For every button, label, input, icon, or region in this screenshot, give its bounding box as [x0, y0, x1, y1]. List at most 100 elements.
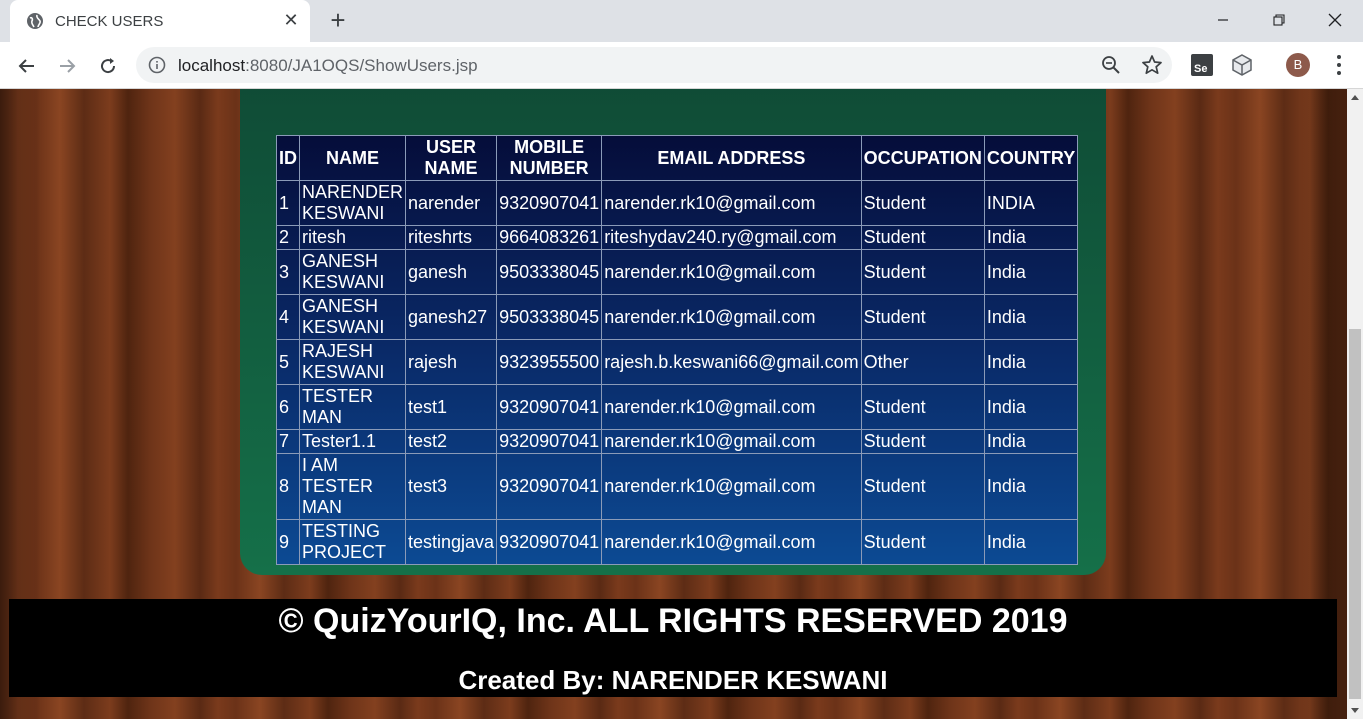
- svg-text:Se: Se: [1194, 63, 1207, 75]
- cell-username: test1: [405, 384, 498, 430]
- cell-mobile: 9664083261: [496, 225, 603, 250]
- cell-country: India: [983, 225, 1079, 250]
- name-line: TESTER: [302, 386, 374, 406]
- column-header-id: ID: [276, 135, 300, 181]
- url-host: localhost: [178, 56, 246, 75]
- cell-occupation: Student: [860, 519, 985, 565]
- url-path: :8080/JA1OQS/ShowUsers.jsp: [245, 56, 478, 75]
- zoom-icon[interactable]: [1101, 55, 1121, 75]
- scroll-up-icon[interactable]: [1347, 89, 1363, 106]
- cell-occupation: Student: [860, 294, 985, 340]
- cell-occupation: Student: [860, 429, 985, 454]
- table-row: 2 ritesh riteshrts 9664083261 riteshydav…: [276, 225, 1079, 250]
- table-row: 8 I AM TESTER MAN test3 9320907041 narende…: [276, 453, 1079, 520]
- address-bar[interactable]: localhost:8080/JA1OQS/ShowUsers.jsp: [136, 47, 1172, 83]
- cell-email: narender.rk10@gmail.com: [601, 384, 862, 430]
- url-text: localhost:8080/JA1OQS/ShowUsers.jsp: [178, 56, 478, 76]
- cell-name: GANESH KESWANI: [298, 249, 407, 295]
- column-header-mobile: MOBILE NUMBER: [496, 135, 603, 181]
- avatar[interactable]: B: [1286, 53, 1310, 77]
- cell-country: India: [983, 294, 1079, 340]
- cell-id: 3: [276, 249, 300, 295]
- table-row: 7 Tester1.1 test2 9320907041 narender.rk…: [276, 429, 1079, 454]
- cell-occupation: Other: [860, 339, 985, 385]
- cell-name: GANESH KESWANI: [298, 294, 407, 340]
- cell-country: India: [983, 339, 1079, 385]
- column-header-name: NAME: [298, 135, 407, 181]
- credit-text: Created By: NARENDER KESWANI: [458, 665, 888, 695]
- column-header-occupation: OCCUPATION: [860, 135, 985, 181]
- table-row: 5 RAJESH KESWANI rajesh 9323955500 rajesh…: [276, 339, 1079, 385]
- cell-email: narender.rk10@gmail.com: [601, 519, 862, 565]
- plus-icon[interactable]: +: [325, 7, 351, 34]
- cell-mobile: 9320907041: [496, 180, 603, 226]
- cell-name: RAJESH KESWANI: [298, 339, 407, 385]
- page-scrollbar[interactable]: [1347, 89, 1363, 719]
- window-close-icon[interactable]: [1306, 0, 1363, 40]
- cell-email: rajesh.b.keswani66@gmail.com: [601, 339, 862, 385]
- table-row: 4 GANESH KESWANI ganesh27 9503338045 nare…: [276, 294, 1079, 340]
- header-line: NUMBER: [509, 158, 589, 178]
- header-line: NAME: [424, 158, 478, 178]
- cell-name: TESTER MAN: [298, 384, 407, 430]
- name-line: KESWANI: [302, 317, 385, 337]
- cell-mobile: 9320907041: [496, 519, 603, 565]
- cell-username: ganesh27: [405, 294, 498, 340]
- copyright-text: © QuizYourIQ, Inc. ALL RIGHTS RESERVED 2…: [278, 602, 1068, 640]
- name-line: KESWANI: [302, 272, 385, 292]
- table-row: 9 TESTING PROJECT testingjava 9320907041 …: [276, 519, 1079, 565]
- header-line: MOBILE: [514, 137, 585, 157]
- scroll-thumb[interactable]: [1349, 329, 1361, 699]
- header-line: USER: [426, 137, 477, 157]
- star-icon[interactable]: [1141, 54, 1163, 76]
- cell-email: narender.rk10@gmail.com: [601, 429, 862, 454]
- cell-occupation: Student: [860, 453, 985, 520]
- name-line: GANESH: [302, 296, 379, 316]
- name-line: I AM: [302, 455, 339, 475]
- cell-id: 8: [276, 453, 300, 520]
- cell-email: riteshydav240.ry@gmail.com: [601, 225, 862, 250]
- cell-occupation: Student: [860, 384, 985, 430]
- reload-icon[interactable]: [92, 50, 124, 82]
- cell-id: 5: [276, 339, 300, 385]
- name-line: KESWANI: [302, 203, 385, 223]
- cell-mobile: 9320907041: [496, 429, 603, 454]
- cell-mobile: 9320907041: [496, 453, 603, 520]
- scroll-down-icon[interactable]: [1347, 702, 1363, 719]
- selenium-icon[interactable]: Se: [1190, 53, 1214, 77]
- cell-country: India: [983, 453, 1079, 520]
- cell-name: TESTING PROJECT: [298, 519, 407, 565]
- cell-username: testingjava: [405, 519, 498, 565]
- cell-username: test3: [405, 453, 498, 520]
- cell-email: narender.rk10@gmail.com: [601, 453, 862, 520]
- page-viewport: ID NAME USER NAME MOBILE NUMBER EMAIL ADDR…: [0, 89, 1347, 719]
- minimize-icon[interactable]: [1194, 0, 1252, 40]
- globe-icon: [27, 13, 43, 29]
- restore-icon[interactable]: [1250, 0, 1308, 40]
- browser-tab[interactable]: CHECK USERS ✕: [10, 0, 310, 42]
- name-line: KESWANI: [302, 362, 385, 382]
- info-icon[interactable]: [148, 56, 166, 74]
- cell-name: Tester1.1: [298, 429, 407, 454]
- cell-email: narender.rk10@gmail.com: [601, 180, 862, 226]
- forward-icon[interactable]: [51, 50, 83, 82]
- cell-username: riteshrts: [405, 225, 498, 250]
- menu-dots-icon[interactable]: [1330, 52, 1348, 78]
- back-icon[interactable]: [11, 50, 43, 82]
- cell-id: 9: [276, 519, 300, 565]
- cell-email: narender.rk10@gmail.com: [601, 249, 862, 295]
- cell-username: test2: [405, 429, 498, 454]
- users-table: ID NAME USER NAME MOBILE NUMBER EMAIL ADDR…: [276, 135, 1079, 565]
- cell-mobile: 9320907041: [496, 384, 603, 430]
- extension-cube-icon[interactable]: [1230, 53, 1254, 77]
- name-line: RAJESH: [302, 341, 374, 361]
- cell-mobile: 9323955500: [496, 339, 603, 385]
- cell-name: I AM TESTER MAN: [298, 453, 407, 520]
- cell-country: India: [983, 384, 1079, 430]
- close-icon[interactable]: ✕: [280, 9, 302, 31]
- page-footer: © QuizYourIQ, Inc. ALL RIGHTS RESERVED 2…: [9, 599, 1337, 697]
- cell-name: ritesh: [298, 225, 407, 250]
- column-header-email: EMAIL ADDRESS: [601, 135, 862, 181]
- cell-mobile: 9503338045: [496, 294, 603, 340]
- cell-id: 6: [276, 384, 300, 430]
